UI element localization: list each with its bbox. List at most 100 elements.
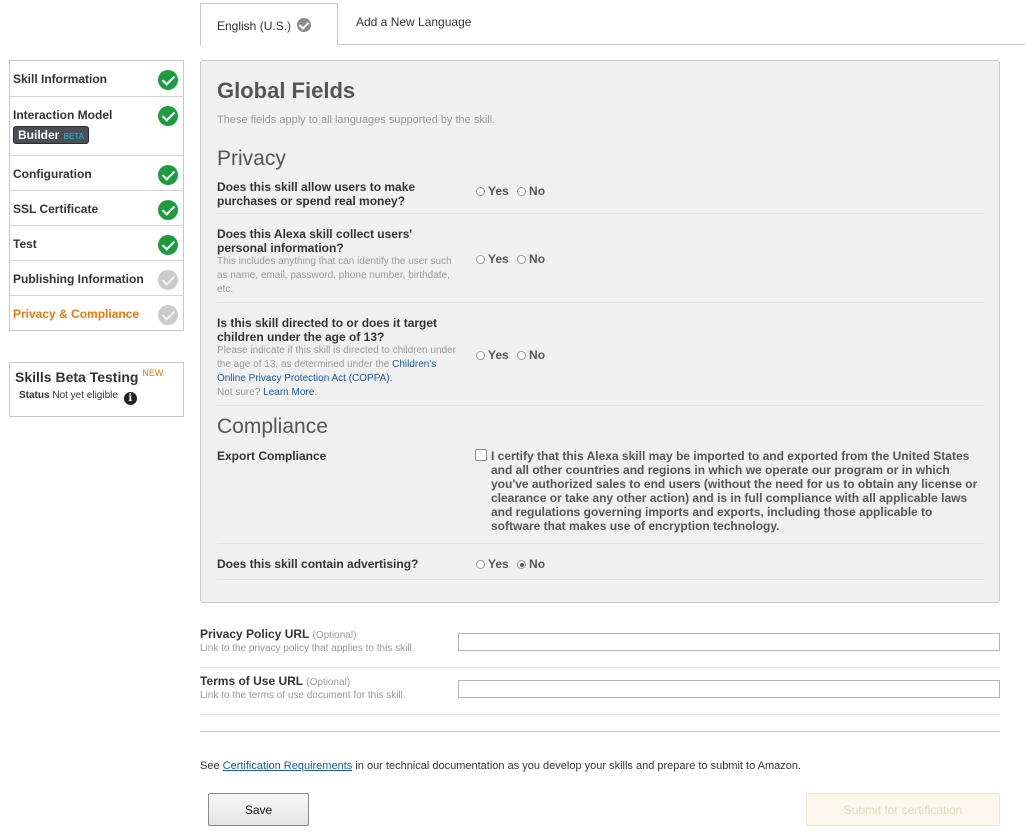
export-compliance-certify: I certify that this Alexa skill may be i… — [475, 449, 985, 533]
question-text: Does this skill allow users to make purc… — [217, 180, 416, 208]
privacy-policy-url-desc: Link to the privacy policy that applies … — [200, 643, 415, 654]
personal-info-yes-radio[interactable] — [476, 255, 485, 264]
privacy-policy-url-label-text: Privacy Policy URL — [200, 627, 310, 641]
question-purchases: Does this skill allow users to make purc… — [217, 180, 984, 214]
question-text: Does this Alexa skill collect users' per… — [217, 227, 413, 255]
export-compliance-label: Export Compliance — [217, 449, 327, 463]
certification-requirements-link[interactable]: Certification Requirements — [223, 760, 353, 772]
beta-tag: BETA — [63, 132, 84, 141]
children-yes-radio[interactable] — [476, 351, 485, 360]
terms-of-use-url-input[interactable] — [458, 680, 1000, 698]
question-children: Is this skill directed to or does it tar… — [217, 316, 984, 406]
personal-info-no-radio[interactable] — [517, 255, 527, 264]
sidebar-item-label: Test — [13, 237, 37, 251]
privacy-policy-url-row: Privacy Policy URL (Optional) Link to th… — [200, 621, 1000, 668]
not-sure-text: Not sure? — [217, 387, 261, 398]
children-no-radio[interactable] — [517, 351, 527, 360]
children-radio-group: Yes No — [476, 348, 545, 362]
export-compliance-row: Export Compliance I certify that this Al… — [217, 449, 984, 544]
question-text: Is this skill directed to or does it tar… — [217, 316, 438, 344]
compliance-heading: Compliance — [217, 415, 328, 438]
tab-english-us-label: English (U.S.) — [217, 19, 292, 33]
tab-english-us[interactable]: English (U.S.) — [200, 3, 338, 46]
advertising-no-radio[interactable] — [517, 560, 527, 569]
terms-of-use-url-desc: Link to the terms of use document for th… — [200, 690, 406, 701]
learn-more-link[interactable]: Learn More — [263, 387, 314, 398]
sidebar-item-skill-information[interactable]: Skill Information — [10, 61, 183, 96]
check-circle-icon — [297, 18, 312, 32]
sidebar-item-privacy-compliance[interactable]: Privacy & Compliance — [10, 295, 183, 330]
export-compliance-checkbox[interactable] — [475, 449, 487, 461]
beta-status-label: Status — [19, 390, 50, 401]
check-circle-icon — [158, 200, 178, 220]
sidebar-item-test[interactable]: Test — [10, 225, 183, 260]
check-circle-icon — [158, 106, 178, 126]
yes-label: Yes — [488, 184, 509, 198]
builder-badge-label: Builder — [18, 128, 60, 142]
beta-testing-title-text: Skills Beta Testing — [15, 369, 139, 385]
sidebar-item-label: SSL Certificate — [13, 202, 99, 216]
question-hint: Please indicate if this skill is directe… — [217, 345, 457, 398]
advertising-yes-radio[interactable] — [476, 560, 485, 569]
beta-testing-title: Skills Beta Testing NEW — [15, 368, 183, 385]
tab-add-language[interactable]: Add a New Language — [356, 15, 471, 29]
privacy-heading: Privacy — [217, 147, 286, 170]
sidebar-item-publishing-information[interactable]: Publishing Information — [10, 260, 183, 295]
terms-of-use-url-label: Terms of Use URL (Optional) — [200, 674, 350, 688]
sidebar-item-label: Publishing Information — [13, 272, 144, 286]
divider — [200, 731, 1000, 732]
page-title: Global Fields — [217, 78, 356, 103]
no-label: No — [529, 184, 546, 198]
sidebar-item-label: Privacy & Compliance — [13, 307, 140, 321]
optional-tag: (Optional) — [312, 630, 357, 641]
privacy-policy-url-input[interactable] — [458, 633, 1000, 651]
yes-label: Yes — [488, 557, 509, 571]
export-compliance-text: I certify that this Alexa skill may be i… — [491, 449, 978, 533]
sidebar-item-label: Skill Information — [13, 72, 108, 86]
check-circle-icon — [158, 70, 178, 90]
sidebar-item-label: Interaction Model — [13, 108, 113, 122]
check-circle-icon — [158, 305, 178, 325]
sidebar-item-label: Configuration — [13, 167, 92, 181]
sidebar-item-interaction-model[interactable]: Interaction Model Builder BETA — [10, 96, 183, 155]
beta-status: Status Not yet eligible i — [19, 390, 183, 405]
sidebar-item-ssl-certificate[interactable]: SSL Certificate — [10, 190, 183, 225]
terms-of-use-url-label-text: Terms of Use URL — [200, 674, 303, 688]
no-label: No — [529, 252, 546, 266]
question-block: Does this Alexa skill collect users' per… — [217, 227, 457, 297]
check-circle-icon — [158, 235, 178, 255]
no-label: No — [529, 348, 546, 362]
certification-note: See Certification Requirements in our te… — [200, 760, 801, 772]
question-hint: This includes anything that can identify… — [217, 256, 452, 295]
no-label: No — [529, 557, 546, 571]
check-circle-icon — [158, 165, 178, 185]
submit-for-certification-button[interactable]: Submit for certification — [806, 793, 1000, 826]
new-badge: NEW — [142, 368, 164, 378]
skills-beta-testing-box: Skills Beta Testing NEW Status Not yet e… — [9, 362, 184, 417]
info-icon[interactable]: i — [123, 392, 137, 405]
sidebar-nav: Skill Information Interaction Model Buil… — [9, 60, 184, 331]
privacy-policy-url-label: Privacy Policy URL (Optional) — [200, 627, 356, 641]
personal-info-radio-group: Yes No — [476, 252, 545, 266]
terms-of-use-url-row: Terms of Use URL (Optional) Link to the … — [200, 668, 1000, 715]
builder-badge[interactable]: Builder BETA — [13, 126, 89, 144]
optional-tag: (Optional) — [306, 677, 351, 688]
yes-label: Yes — [488, 252, 509, 266]
yes-label: Yes — [488, 348, 509, 362]
footer-rest: in our technical documentation as you de… — [355, 760, 802, 772]
question-text: Does this skill contain advertising? — [217, 557, 419, 571]
advertising-radio-group: Yes No — [476, 557, 545, 571]
global-fields-panel: Global Fields These fields apply to all … — [200, 60, 1000, 603]
purchases-yes-radio[interactable] — [476, 187, 485, 196]
purchases-radio-group: Yes No — [476, 184, 545, 198]
question-advertising: Does this skill contain advertising? Yes… — [217, 557, 984, 580]
check-circle-icon — [158, 270, 178, 290]
beta-status-value: Not yet eligible — [52, 390, 118, 401]
purchases-no-radio[interactable] — [517, 187, 527, 196]
save-button[interactable]: Save — [208, 793, 309, 826]
question-block: Is this skill directed to or does it tar… — [217, 316, 457, 400]
footer-see: See — [200, 760, 220, 772]
sidebar-item-configuration[interactable]: Configuration — [10, 155, 183, 190]
question-personal-info: Does this Alexa skill collect users' per… — [217, 227, 984, 303]
language-tabs: English (U.S.) Add a New Language — [200, 0, 1025, 46]
